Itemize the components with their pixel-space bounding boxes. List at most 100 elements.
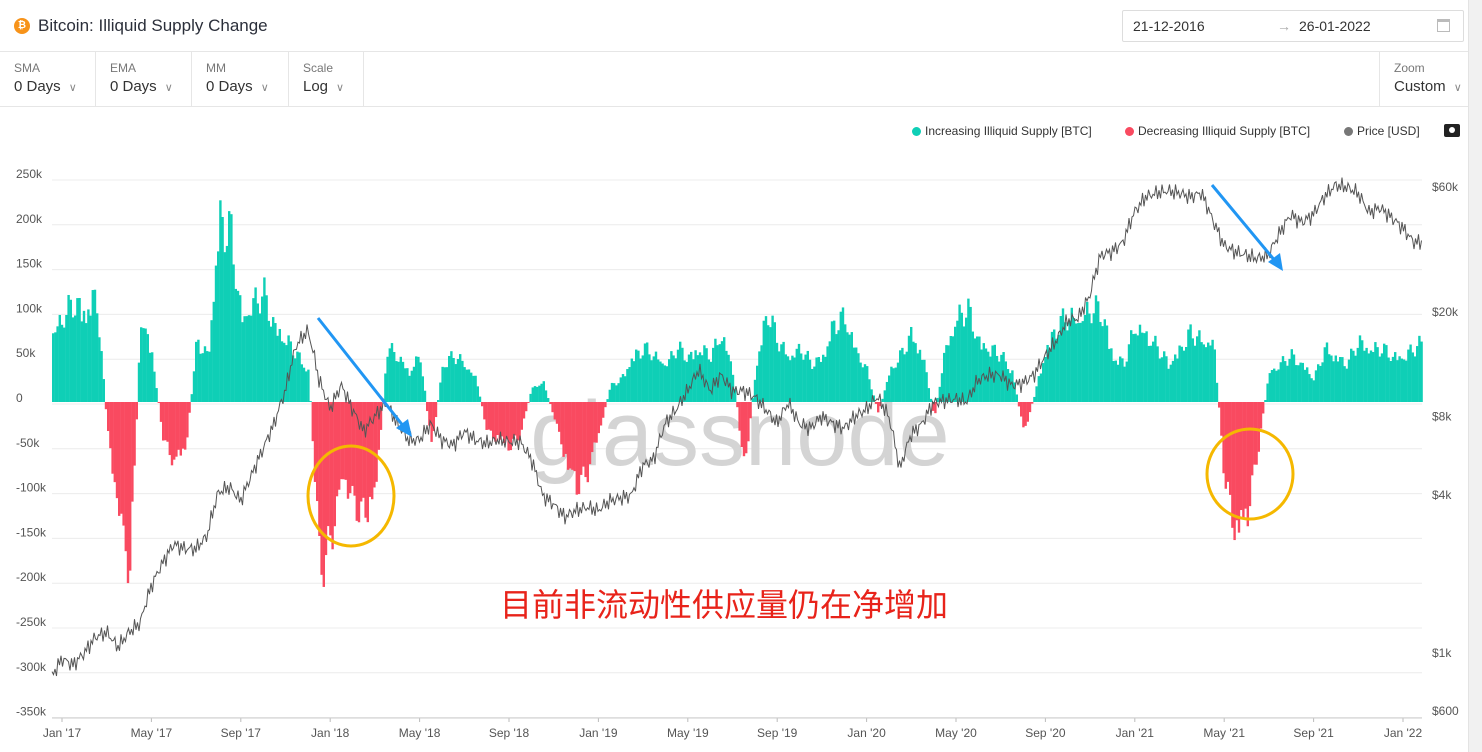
bar-increasing xyxy=(256,303,259,402)
bar-increasing xyxy=(1061,308,1065,402)
bar-increasing xyxy=(1361,340,1364,402)
bar-increasing xyxy=(386,356,389,402)
bar-increasing xyxy=(267,320,270,402)
bar-increasing xyxy=(1418,335,1421,402)
bar-decreasing xyxy=(597,402,600,434)
bar-increasing xyxy=(1123,366,1126,402)
y-left-tick: -350k xyxy=(16,705,47,719)
bar-decreasing xyxy=(122,402,125,526)
y-right-tick: $20k xyxy=(1432,305,1459,319)
bar-increasing xyxy=(758,351,761,402)
bar-increasing xyxy=(780,344,783,402)
bar-decreasing xyxy=(181,402,185,449)
bar-increasing xyxy=(1347,359,1351,402)
y-right-tick: $8k xyxy=(1432,409,1452,423)
bar-increasing xyxy=(648,354,651,402)
bar-increasing xyxy=(771,315,774,402)
bar-increasing xyxy=(949,336,952,402)
bar-increasing xyxy=(1317,364,1320,402)
bar-increasing xyxy=(1083,315,1087,402)
bar-decreasing xyxy=(582,402,585,467)
bar-increasing xyxy=(254,287,257,402)
bar-increasing xyxy=(1169,364,1172,402)
bar-increasing xyxy=(241,322,244,402)
bar-increasing xyxy=(461,360,464,402)
arrow-annotation xyxy=(1210,184,1278,263)
bar-increasing xyxy=(54,332,57,402)
bar-increasing xyxy=(60,324,64,402)
bar-increasing xyxy=(910,326,913,402)
bar-increasing xyxy=(797,343,801,402)
bar-increasing xyxy=(727,354,730,402)
bar-increasing xyxy=(146,334,149,402)
bar-increasing xyxy=(1079,322,1082,402)
y-left-tick: -150k xyxy=(16,525,47,539)
bar-decreasing xyxy=(118,402,121,516)
bar-increasing xyxy=(533,386,537,402)
bar-increasing xyxy=(1154,335,1157,402)
bar-increasing xyxy=(1389,361,1392,402)
bar-increasing xyxy=(639,358,642,402)
x-tick: Sep '21 xyxy=(1293,726,1334,740)
x-tick: Jan '18 xyxy=(311,726,350,740)
bar-increasing xyxy=(1341,357,1344,402)
bar-increasing xyxy=(786,356,790,402)
bar-increasing xyxy=(1176,358,1179,402)
bar-decreasing xyxy=(349,402,352,494)
bar-increasing xyxy=(52,333,55,402)
bar-decreasing xyxy=(560,402,563,445)
bar-increasing xyxy=(1402,359,1406,402)
bar-decreasing xyxy=(126,402,130,584)
bar-increasing xyxy=(1037,376,1040,402)
bar-increasing xyxy=(85,323,88,402)
x-tick: Sep '19 xyxy=(757,726,798,740)
bar-increasing xyxy=(393,352,396,402)
scrollbar[interactable] xyxy=(1468,0,1482,752)
bar-decreasing xyxy=(481,402,484,407)
bar-decreasing xyxy=(1022,402,1025,428)
bar-increasing xyxy=(465,369,468,402)
bar-increasing xyxy=(225,245,229,402)
bar-decreasing xyxy=(340,402,343,480)
bar-increasing xyxy=(1365,347,1368,402)
bar-increasing xyxy=(1275,370,1278,402)
bar-decreasing xyxy=(566,402,570,470)
bar-increasing xyxy=(1354,355,1357,402)
bar-decreasing xyxy=(1255,402,1258,465)
bar-increasing xyxy=(769,327,772,402)
bar-increasing xyxy=(753,379,757,402)
bar-increasing xyxy=(921,359,924,402)
bar-increasing xyxy=(1286,365,1289,402)
bar-increasing xyxy=(1125,361,1128,402)
bar-increasing xyxy=(1413,356,1417,402)
bar-increasing xyxy=(408,375,411,402)
bar-increasing xyxy=(795,348,798,402)
bar-increasing xyxy=(470,372,473,402)
bar-increasing xyxy=(866,366,869,402)
bar-increasing xyxy=(764,316,768,402)
bar-decreasing xyxy=(1246,402,1249,527)
y-left-tick: -50k xyxy=(16,436,40,450)
bar-increasing xyxy=(973,338,977,402)
bar-increasing xyxy=(1350,348,1353,402)
bar-increasing xyxy=(1035,386,1038,402)
bar-increasing xyxy=(679,341,682,402)
bar-increasing xyxy=(819,361,823,402)
bar-decreasing xyxy=(1224,402,1227,489)
bar-increasing xyxy=(302,367,306,402)
bar-increasing xyxy=(529,393,532,402)
y-left-tick: 50k xyxy=(16,346,36,360)
y-left-tick: 250k xyxy=(16,167,43,181)
annotation-text: 目前非流动性供应量仍在净增加 xyxy=(500,586,949,624)
bar-increasing xyxy=(914,343,917,402)
bar-increasing xyxy=(232,264,235,402)
bar-decreasing xyxy=(516,402,519,441)
bar-increasing xyxy=(835,334,838,402)
bar-increasing xyxy=(813,366,816,402)
bar-increasing xyxy=(287,335,290,402)
bar-decreasing xyxy=(344,402,347,480)
bar-increasing xyxy=(610,382,614,402)
bar-increasing xyxy=(228,211,231,402)
bar-decreasing xyxy=(379,402,383,430)
bar-decreasing xyxy=(131,402,134,502)
